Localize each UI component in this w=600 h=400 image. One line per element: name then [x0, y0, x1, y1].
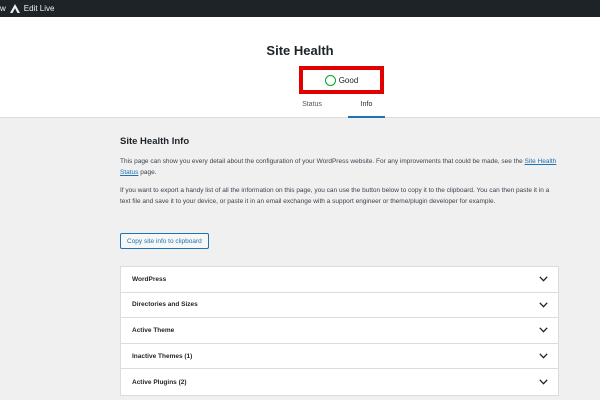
site-health-info-content: Site Health Info This page can show you … [120, 136, 560, 249]
status-circle-icon [324, 74, 336, 86]
tab-info[interactable]: Info [348, 101, 385, 118]
accordion-item-active-theme[interactable]: Active Theme [121, 318, 558, 344]
site-health-tabs: Status Info [0, 101, 600, 118]
accordion-label: Active Plugins (2) [132, 378, 187, 386]
intro-text-start: This page can show you every detail abou… [120, 158, 525, 165]
accordion-item-active-plugins[interactable]: Active Plugins (2) [121, 369, 558, 395]
site-info-accordion: WordPress Directories and Sizes Active T… [120, 266, 559, 396]
tab-info-label[interactable]: Info [361, 101, 373, 108]
chevron-down-icon [539, 379, 548, 385]
admin-bar: w Edit Live [0, 0, 600, 17]
tab-status-label[interactable]: Status [302, 101, 322, 108]
chevron-down-icon [539, 327, 548, 334]
accordion-item-inactive-themes[interactable]: Inactive Themes (1) [121, 343, 558, 370]
edit-live-label[interactable]: Edit Live [24, 4, 55, 13]
health-status-label: Good [338, 75, 359, 85]
intro-paragraph: This page can show you every detail abou… [120, 156, 560, 178]
accordion-label: Inactive Themes (1) [132, 352, 193, 360]
site-health-header: Site Health Good Status Info [0, 17, 600, 118]
tab-status[interactable]: Status [296, 101, 328, 118]
page-title: Site Health [266, 43, 334, 58]
astra-logo-icon [9, 4, 20, 13]
admin-bar-view-label[interactable]: w [0, 4, 6, 13]
chevron-down-icon [539, 353, 548, 359]
accordion-item-directories-and-sizes[interactable]: Directories and Sizes [121, 292, 558, 319]
accordion-label: Directories and Sizes [132, 301, 198, 309]
export-paragraph: If you want to export a handy list of al… [120, 187, 550, 205]
health-status-indicator: Good [299, 66, 384, 94]
edit-live-button[interactable]: Edit Live [9, 0, 55, 17]
chevron-down-icon [539, 276, 548, 282]
section-heading: Site Health Info [120, 136, 190, 147]
copy-site-info-button[interactable]: Copy site info to clipboard [120, 233, 209, 249]
chevron-down-icon [539, 302, 548, 308]
intro-text-end: page. [138, 169, 157, 176]
admin-bar-view-item[interactable]: w [0, 0, 6, 17]
accordion-label: WordPress [132, 275, 167, 283]
accordion-label: Active Theme [132, 326, 175, 334]
accordion-item-wordpress[interactable]: WordPress [121, 267, 558, 293]
